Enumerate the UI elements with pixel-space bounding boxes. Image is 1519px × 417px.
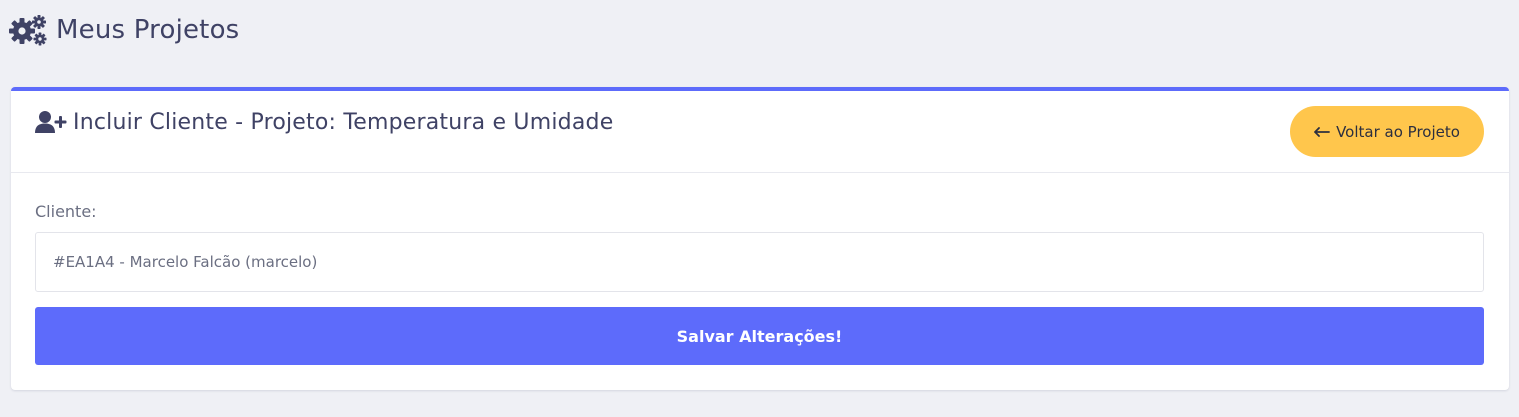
gears-icon bbox=[9, 15, 47, 46]
back-button-label: Voltar ao Projeto bbox=[1336, 122, 1460, 141]
include-client-card: Incluir Cliente - Projeto: Temperatura e… bbox=[11, 87, 1509, 390]
card-title-text: Incluir Cliente - Projeto: Temperatura e… bbox=[73, 109, 614, 135]
card-body: Cliente: Salvar Alterações! bbox=[11, 173, 1509, 390]
client-field[interactable] bbox=[35, 232, 1484, 292]
arrow-left-icon bbox=[1314, 126, 1330, 137]
back-to-project-button[interactable]: Voltar ao Projeto bbox=[1290, 106, 1484, 157]
card-title: Incluir Cliente - Projeto: Temperatura e… bbox=[35, 107, 613, 137]
user-plus-icon bbox=[35, 111, 67, 133]
page-header: Meus Projetos bbox=[8, 12, 239, 48]
page-title: Meus Projetos bbox=[56, 15, 240, 45]
save-changes-button[interactable]: Salvar Alterações! bbox=[35, 307, 1484, 365]
card-header: Incluir Cliente - Projeto: Temperatura e… bbox=[11, 91, 1509, 173]
client-label: Cliente: bbox=[35, 202, 97, 221]
